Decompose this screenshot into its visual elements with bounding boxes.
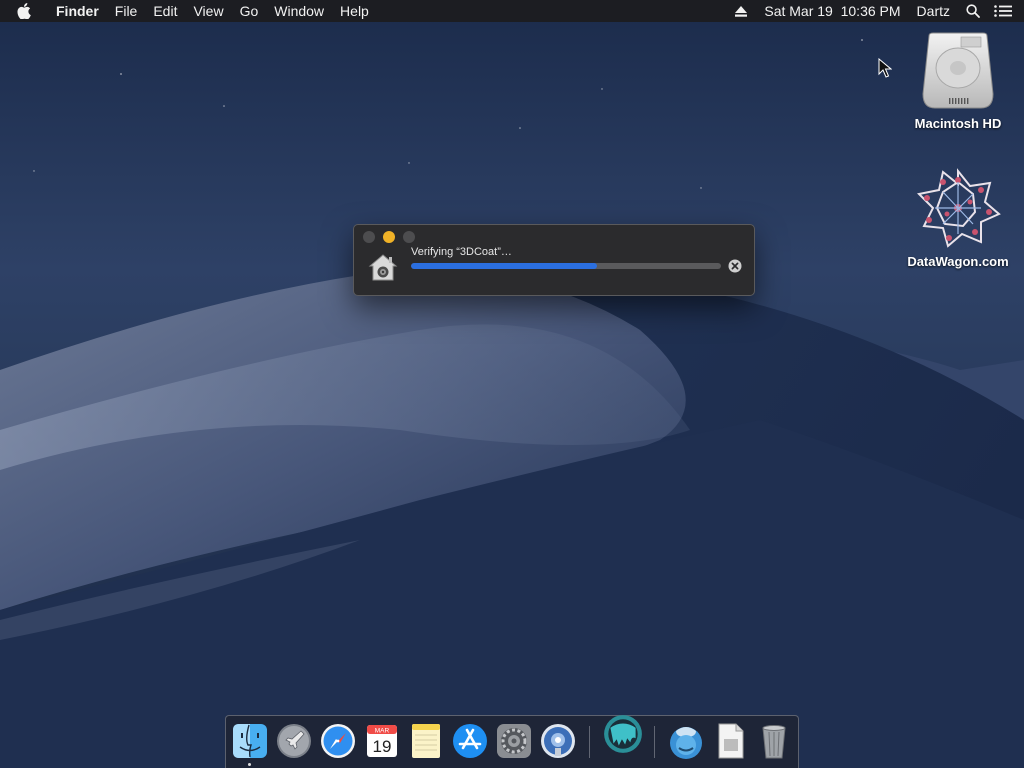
notes-icon	[412, 724, 440, 758]
installer-home-icon	[368, 254, 398, 281]
minimize-window-button[interactable]	[383, 231, 395, 243]
verify-progress-dialog: Verifying “3DCoat”…	[353, 224, 755, 296]
verifying-status-text: Verifying “3DCoat”…	[411, 246, 512, 258]
menu-help[interactable]: Help	[332, 0, 377, 22]
desktop-item-label: DataWagon.com	[907, 254, 1009, 269]
desktop-item-label: Macintosh HD	[914, 116, 1002, 131]
safari-icon	[321, 724, 355, 758]
dock-item-document[interactable]	[710, 721, 750, 761]
desktop-wallpaper	[0, 0, 1024, 768]
zoom-window-button[interactable]	[403, 231, 415, 243]
dock-item-network-utility[interactable]	[538, 721, 578, 761]
menu-view[interactable]: View	[185, 0, 231, 22]
finder-icon	[233, 724, 267, 758]
dock-item-system-preferences[interactable]	[494, 721, 534, 761]
dock-separator	[589, 726, 590, 758]
gear-icon	[497, 724, 531, 758]
dock-item-app-store[interactable]	[450, 721, 490, 761]
window-controls	[363, 231, 415, 243]
dock-item-finder[interactable]	[230, 721, 270, 761]
menu-bar: Finder File Edit View Go Window Help Sat…	[0, 0, 1024, 22]
dock-item-launchpad[interactable]	[274, 721, 314, 761]
menu-window[interactable]: Window	[266, 0, 332, 22]
menu-app-finder[interactable]: Finder	[48, 0, 107, 22]
globe-icon	[541, 724, 575, 758]
progress-fill	[411, 263, 597, 269]
dock-item-3dcoat[interactable]	[602, 713, 644, 755]
calendar-icon: MAR 19	[367, 725, 397, 757]
dock-item-trash[interactable]	[754, 721, 794, 761]
hard-drive-icon	[922, 32, 994, 109]
apple-logo-icon[interactable]	[0, 0, 48, 22]
downloads-folder-icon	[670, 727, 702, 759]
dock-item-downloads[interactable]	[666, 721, 706, 761]
dock-item-safari[interactable]	[318, 721, 358, 761]
network-volume-icon	[916, 168, 1001, 248]
trash-icon	[762, 725, 786, 759]
menu-user[interactable]: Dartz	[909, 0, 958, 22]
calendar-day: 19	[373, 737, 392, 756]
dock-separator	[654, 726, 655, 758]
list-icon[interactable]	[988, 0, 1018, 22]
dock-item-calendar[interactable]: MAR 19	[362, 721, 402, 761]
dock-item-notes[interactable]	[406, 721, 446, 761]
calendar-month: MAR	[375, 728, 390, 735]
verify-progress-bar	[411, 263, 721, 269]
desktop-item-datawagon[interactable]: DataWagon.com	[898, 168, 1018, 269]
running-indicator	[248, 763, 251, 766]
menu-go[interactable]: Go	[232, 0, 267, 22]
eject-icon[interactable]	[726, 0, 756, 22]
mouse-cursor-icon	[878, 58, 892, 78]
cancel-icon[interactable]	[728, 259, 742, 273]
app-store-icon	[453, 724, 487, 758]
close-window-button[interactable]	[363, 231, 375, 243]
3dcoat-icon	[604, 715, 642, 753]
menu-edit[interactable]: Edit	[145, 0, 185, 22]
menu-file[interactable]: File	[107, 0, 146, 22]
launchpad-icon	[277, 724, 311, 758]
menu-clock[interactable]: Sat Mar 19 10:36 PM	[756, 0, 908, 22]
dock: MAR 19	[225, 715, 799, 768]
document-icon	[718, 723, 744, 759]
search-icon[interactable]	[958, 0, 988, 22]
desktop-item-macintosh-hd[interactable]: Macintosh HD	[898, 32, 1018, 131]
